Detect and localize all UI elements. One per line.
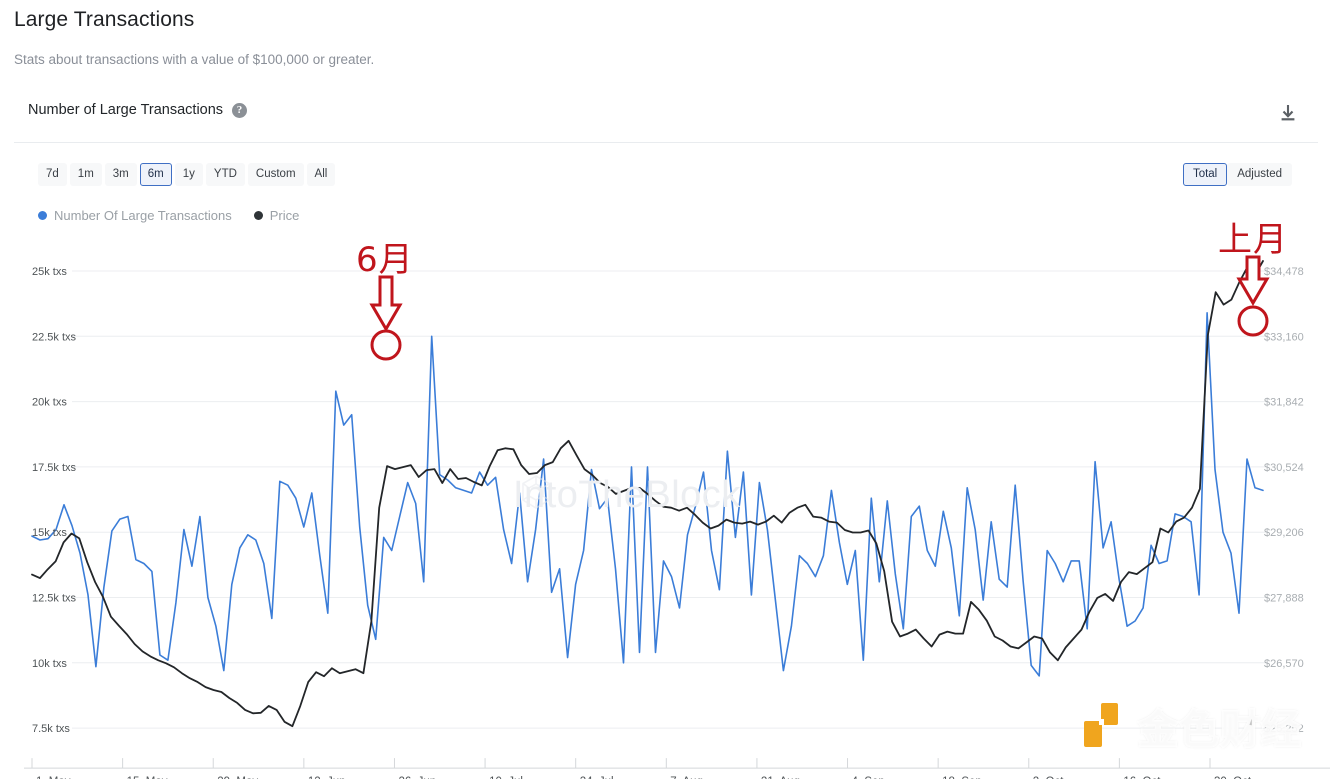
y-axis-left-tick: 15k txs [32,527,67,539]
legend-label-price: Price [269,208,300,223]
y-axis-left-tick: 12.5k txs [32,593,77,605]
download-icon[interactable] [1278,103,1298,123]
legend-dot-icon [253,211,263,220]
time-range-group: 7d 1m 3m 6m 1y YTD Custom All [38,163,336,186]
y-axis-right-tick: $29,206 [1264,527,1304,539]
range-btn-1y[interactable]: 1y [174,163,203,186]
y-axis-left-tick: 10k txs [32,658,67,670]
y-axis-left-tick: 7.5k txs [32,723,70,735]
range-btn-all[interactable]: All [306,163,336,186]
axis-layer [24,758,1330,769]
y-axis-left-tick: 25k txs [32,266,67,278]
y-axis-right-tick: $30,524 [1264,462,1304,474]
series-line-price [31,260,1264,728]
page-subtitle: Stats about transactions with a value of… [14,52,375,67]
range-btn-1m[interactable]: 1m [69,163,102,186]
legend-dot-icon [38,211,47,220]
range-btn-7d[interactable]: 7d [38,163,67,186]
y-axis-left-tick: 22.5k txs [32,331,77,343]
series-layer [31,260,1264,728]
page-title: Large Transactions [14,8,195,31]
range-btn-6m[interactable]: 6m [139,163,172,186]
large-transactions-page: Large Transactions Stats about transacti… [0,0,1330,779]
range-btn-3m[interactable]: 3m [104,163,137,186]
y-axis-right-tick: $26,570 [1264,658,1304,670]
range-btn-ytd[interactable]: YTD [205,163,245,186]
y-axis-left-tick: 17.5k txs [32,462,77,474]
annotation-arrow-last-month [1236,255,1270,337]
header-divider [14,142,1318,143]
y-axis-left-labels: 25k txs 22.5k txs 20k txs 17.5k txs 15k txs 1… [32,266,77,735]
grid-layer [72,270,1268,729]
chart-legend: Number Of Large Transactions Price [38,208,299,223]
y-axis-left-tick: 20k txs [32,397,67,409]
chart-container[interactable]: 25k txs 22.5k txs 20k txs 17.5k txs 15k txs 1… [0,240,1330,779]
range-btn-custom[interactable]: Custom [247,163,304,186]
y-axis-right-tick: $25,252 [1264,723,1304,735]
help-circle-icon[interactable]: ? [232,102,248,118]
legend-item-transactions[interactable]: Number Of Large Transactions [38,208,232,223]
line-chart[interactable]: 25k txs 22.5k txs 20k txs 17.5k txs 15k txs 1… [0,240,1330,779]
mode-btn-total[interactable]: Total [1182,163,1228,186]
legend-label-transactions: Number Of Large Transactions [54,208,232,223]
mode-toggle-group: Total Adjusted [1182,163,1292,186]
chart-title: Number of Large Transactions [28,102,224,118]
annotation-arrow-june [369,275,403,361]
legend-item-price[interactable]: Price [253,208,300,223]
y-axis-right-tick: $27,888 [1264,593,1304,605]
y-axis-right-tick: $31,842 [1264,397,1304,409]
card-header: Number of Large Transactions ? [28,102,248,118]
mode-btn-adjusted[interactable]: Adjusted [1227,163,1292,186]
